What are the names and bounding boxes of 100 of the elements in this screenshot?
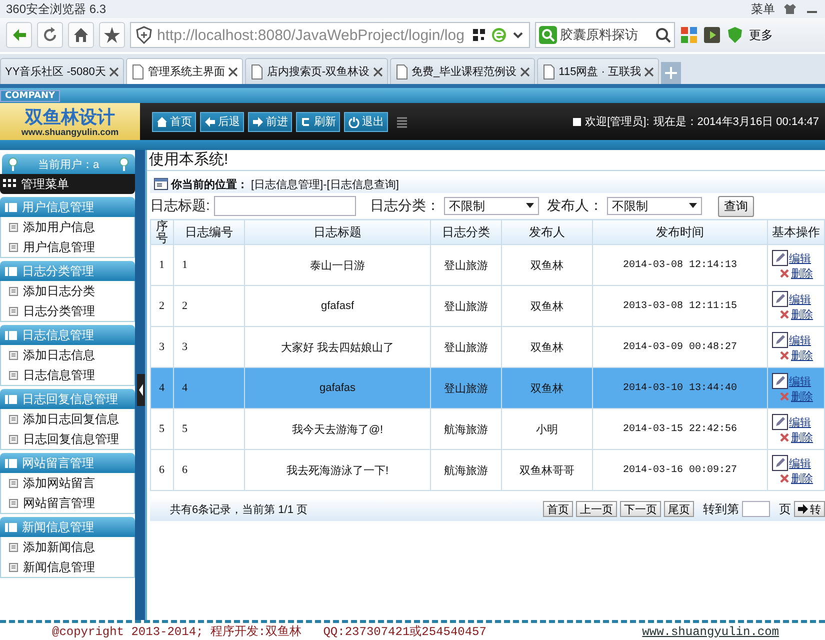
- close-icon[interactable]: [644, 66, 654, 76]
- delete-icon[interactable]: [780, 268, 789, 278]
- logo-banner: 双鱼林设计 www.shuangyulin.com: [0, 103, 140, 140]
- edit-link[interactable]: 编辑: [789, 250, 811, 266]
- menu-item[interactable]: 添加日志回复信息: [1, 409, 134, 429]
- page-button[interactable]: 上一页: [576, 501, 617, 517]
- welcome-banner: 使用本系统!: [147, 150, 825, 171]
- delete-icon[interactable]: [780, 474, 789, 482]
- close-icon[interactable]: [372, 66, 383, 76]
- nav-button[interactable]: 后退: [200, 112, 244, 132]
- filter-label: 日志标题:: [150, 197, 210, 215]
- table-row[interactable]: 4 4 gafafas 登山旅游 双鱼林 2014-03-10 13:44:40 编辑 删除: [150, 368, 824, 408]
- menu-item[interactable]: 添加日志信息: [1, 345, 134, 365]
- edit-link[interactable]: 编辑: [789, 374, 811, 388]
- goto-label: 转到第: [703, 500, 739, 518]
- delete-icon[interactable]: [780, 432, 789, 442]
- delete-link[interactable]: 删除: [791, 470, 813, 486]
- pencil-icon[interactable]: [772, 332, 788, 348]
- delete-link[interactable]: 删除: [791, 306, 813, 322]
- pencil-icon[interactable]: [772, 372, 788, 388]
- delete-icon[interactable]: [780, 310, 789, 318]
- pencil-icon[interactable]: [772, 414, 788, 430]
- edit-link[interactable]: 编辑: [789, 332, 811, 348]
- page-button[interactable]: 尾页: [664, 501, 694, 517]
- menu-item[interactable]: 用户信息管理: [1, 237, 134, 257]
- menu-item[interactable]: 添加新闻信息: [1, 537, 134, 557]
- edit-link[interactable]: 编辑: [789, 456, 811, 470]
- browser-tab[interactable]: 免费_毕业课程范例设: [390, 58, 535, 84]
- pencil-icon[interactable]: [772, 250, 788, 266]
- nav-button[interactable]: 首页: [152, 112, 196, 132]
- window-icon: [154, 178, 168, 190]
- dropdown[interactable]: 不限制: [606, 197, 702, 215]
- caret-icon: [526, 203, 534, 209]
- go-button[interactable]: 转: [794, 501, 825, 517]
- menu-item[interactable]: 添加用户信息: [1, 217, 134, 237]
- site-link[interactable]: www.shuangyulin.com: [642, 624, 779, 638]
- doc-icon: [9, 478, 18, 488]
- video-icon[interactable]: [703, 26, 721, 44]
- shield-icon[interactable]: [726, 26, 744, 44]
- dropdown[interactable]: 不限制: [444, 197, 539, 215]
- close-icon[interactable]: [520, 66, 530, 76]
- close-icon[interactable]: [228, 66, 238, 76]
- delete-icon[interactable]: [780, 350, 789, 360]
- shield-icon: [136, 26, 152, 44]
- table-cell: 我去死海游泳了一下!: [244, 450, 430, 490]
- nav-button[interactable]: 退出: [344, 112, 388, 132]
- menu-item[interactable]: 日志回复信息管理: [1, 429, 134, 449]
- browser-tab[interactable]: 管理系统主界面: [126, 58, 243, 84]
- pin-icon: [8, 157, 18, 171]
- apps-icon[interactable]: [680, 26, 698, 44]
- pencil-icon[interactable]: [772, 290, 788, 306]
- menu-item[interactable]: 日志分类管理: [1, 301, 134, 321]
- browser-tab[interactable]: 115网盘 · 互联我: [536, 58, 659, 84]
- table-cell: 2014-03-10 13:44:40: [592, 368, 768, 408]
- table-row[interactable]: 2 2 gfafasf 登山旅游 双鱼林 2013-03-08 12:11:15 编辑 删除: [150, 286, 824, 326]
- browser-tab[interactable]: YY音乐社区 -5080天: [0, 58, 124, 84]
- menu-item[interactable]: 新闻信息管理: [1, 557, 134, 577]
- list-icon[interactable]: [396, 116, 408, 128]
- table-row[interactable]: 5 5 我今天去游海了@! 航海旅游 小明 2014-03-15 22:42:56 编辑 删除: [150, 408, 824, 450]
- more-button[interactable]: 更多: [749, 26, 773, 44]
- menu-item[interactable]: 添加日志分类: [1, 281, 134, 301]
- pencil-icon[interactable]: [772, 454, 788, 470]
- page-input[interactable]: [742, 501, 770, 517]
- home-icon[interactable]: [72, 26, 90, 44]
- menu-button[interactable]: 菜单: [751, 0, 775, 18]
- table-cell: 小明: [502, 408, 592, 450]
- page-button[interactable]: 下一页: [620, 501, 661, 517]
- qr-code-icon[interactable]: [472, 28, 486, 42]
- page-button[interactable]: 首页: [543, 501, 573, 517]
- delete-link[interactable]: 删除: [791, 430, 813, 444]
- nav-button[interactable]: 刷新: [296, 112, 340, 132]
- edit-link[interactable]: 编辑: [789, 292, 811, 306]
- menu-item[interactable]: 日志信息管理: [1, 365, 134, 385]
- delete-link[interactable]: 删除: [791, 388, 813, 404]
- doc-icon: [9, 242, 18, 252]
- search-button[interactable]: 查询: [718, 196, 754, 216]
- table-cell: 双鱼林哥哥: [502, 450, 592, 490]
- menu-title: 管理菜单: [0, 174, 135, 194]
- browser-tab[interactable]: 店内搜索页-双鱼林设: [244, 58, 388, 84]
- delete-link[interactable]: 删除: [791, 348, 813, 362]
- collapse-tab-icon[interactable]: [137, 374, 145, 406]
- location-label: 你当前的位置：: [171, 178, 248, 192]
- close-icon[interactable]: [108, 66, 119, 76]
- search-text: 胶囊原料探访: [560, 26, 639, 44]
- column-header: 日志编号: [174, 220, 244, 244]
- table-cell: 1: [150, 244, 174, 286]
- delete-link[interactable]: 删除: [791, 266, 813, 280]
- search-field[interactable]: 胶囊原料探访: [535, 22, 675, 48]
- star-icon[interactable]: [103, 26, 121, 44]
- table-cell: 双鱼林: [502, 368, 592, 408]
- table-row[interactable]: 1 1 泰山一日游 登山旅游 双鱼林 2014-03-08 12:14:13 编辑 删除: [150, 244, 824, 286]
- address-bar[interactable]: http://localhost:8080/JavaWebProject/login/log: [130, 22, 530, 48]
- edit-link[interactable]: 编辑: [789, 414, 811, 430]
- menu-item[interactable]: 网站留言管理: [1, 493, 134, 513]
- nav-button[interactable]: 前进: [248, 112, 292, 132]
- table-row[interactable]: 6 6 我去死海游泳了一下! 航海旅游 双鱼林哥哥 2014-03-16 00:09:27 编辑 删除: [150, 450, 824, 490]
- search-icon[interactable]: [655, 27, 671, 43]
- shirt-icon[interactable]: [783, 3, 797, 15]
- title-input[interactable]: [214, 196, 356, 216]
- menu-item[interactable]: 添加网站留言: [1, 473, 134, 493]
